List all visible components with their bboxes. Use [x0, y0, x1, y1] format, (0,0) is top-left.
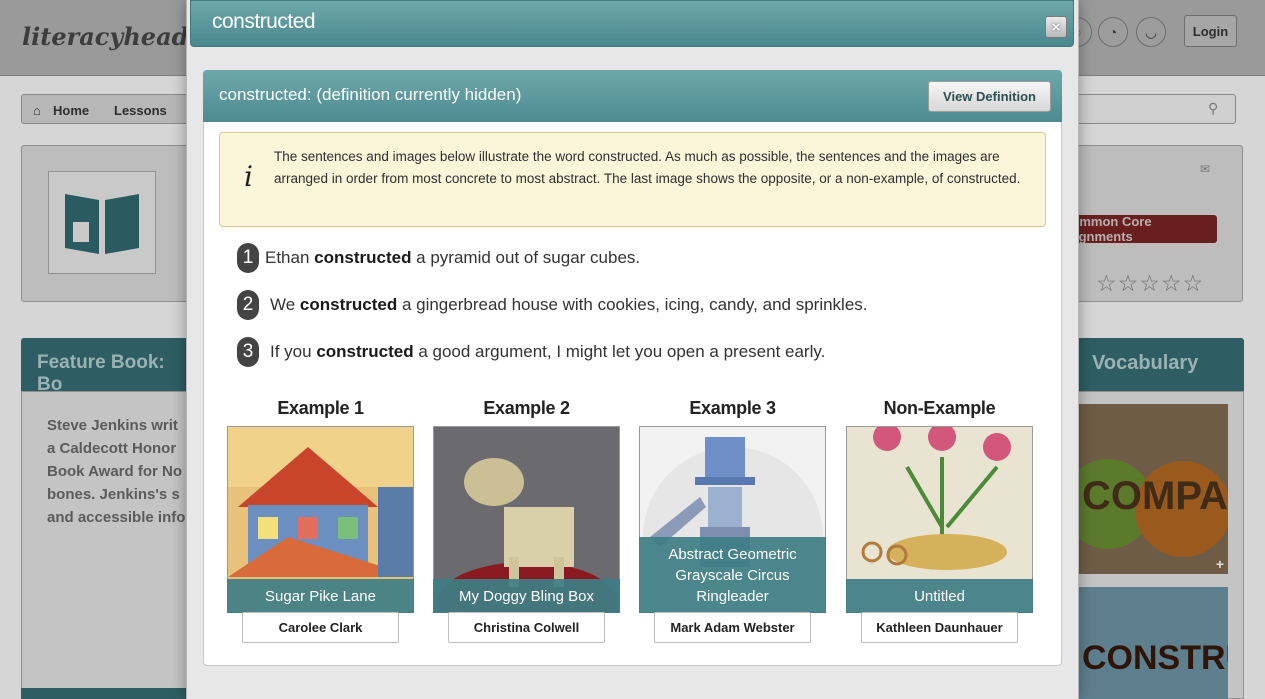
modal-title: constructed	[212, 10, 316, 33]
vocabulary-header: Vocabulary	[1062, 338, 1244, 391]
sentence-1: Ethan constructed a pyramid out of sugar…	[265, 248, 641, 267]
example-caption: My Doggy Bling Box	[433, 579, 620, 613]
example-label: Non-Example	[883, 398, 996, 418]
vocab-card-compare-text: COMPARE	[1082, 474, 1228, 518]
vocab-card-constructed[interactable]: CONSTRUCTED	[1078, 587, 1228, 699]
example-caption: Abstract Geometric Grayscale Circus Ring…	[639, 537, 826, 613]
login-button[interactable]: Login	[1184, 15, 1237, 47]
close-button[interactable]: ×	[1045, 16, 1067, 38]
breadcrumb: ⌂ Home Lessons	[21, 94, 201, 124]
sentence-3: If you constructed a good argument, I mi…	[270, 342, 826, 361]
artist-button[interactable]: Kathleen Daunhauer	[861, 612, 1018, 643]
sentence-number: 2	[237, 290, 259, 320]
example-caption: Sugar Pike Lane	[227, 579, 414, 613]
feature-book-header: Feature Book: Bo	[21, 338, 191, 395]
feature-book-text: Steve Jenkins writ a Caldecott Honor Boo…	[47, 417, 186, 526]
book-icon	[48, 171, 156, 274]
panel-title: constructed: (definition currently hidde…	[219, 85, 522, 104]
example-label: Example 1	[277, 398, 364, 418]
section-bar	[21, 688, 191, 699]
rss-icon[interactable]: ◔	[1098, 17, 1128, 47]
info-text: The sentences and images below illustrat…	[274, 149, 1021, 186]
example-label: Example 3	[689, 398, 776, 418]
modal-title-bar	[190, 0, 1074, 47]
view-definition-button[interactable]: View Definition	[928, 81, 1051, 112]
vocab-card-constructed-text: CONSTRUCTED	[1082, 639, 1228, 677]
common-core-alignments-button[interactable]: Common Core Alignments	[1062, 214, 1217, 244]
plus-icon[interactable]: +	[1216, 556, 1224, 572]
example-caption: Untitled	[846, 579, 1033, 613]
info-icon: i	[244, 160, 253, 193]
artist-button[interactable]: Christina Colwell	[448, 612, 605, 643]
search-icon[interactable]: ⚲	[1208, 100, 1218, 117]
sentence-number: 3	[237, 337, 259, 367]
home-icon[interactable]: ⌂	[33, 103, 41, 118]
artist-button[interactable]: Mark Adam Webster	[654, 612, 811, 643]
cart-icon[interactable]: ◡	[1136, 17, 1166, 47]
sentence-2: We constructed a gingerbread house with …	[270, 295, 868, 314]
artist-button[interactable]: Carolee Clark	[242, 612, 399, 643]
rating-stars[interactable]: ☆☆☆☆☆	[1096, 270, 1204, 297]
vocab-card-compare[interactable]: COMPARE +	[1078, 404, 1228, 574]
mail-icon[interactable]: ✉	[1200, 162, 1210, 176]
example-label: Example 2	[483, 398, 570, 418]
sentence-number: 1	[237, 243, 259, 273]
breadcrumb-home[interactable]: Home	[53, 103, 89, 118]
breadcrumb-lessons[interactable]: Lessons	[114, 103, 167, 118]
site-logo[interactable]: literacyhead	[22, 22, 188, 51]
